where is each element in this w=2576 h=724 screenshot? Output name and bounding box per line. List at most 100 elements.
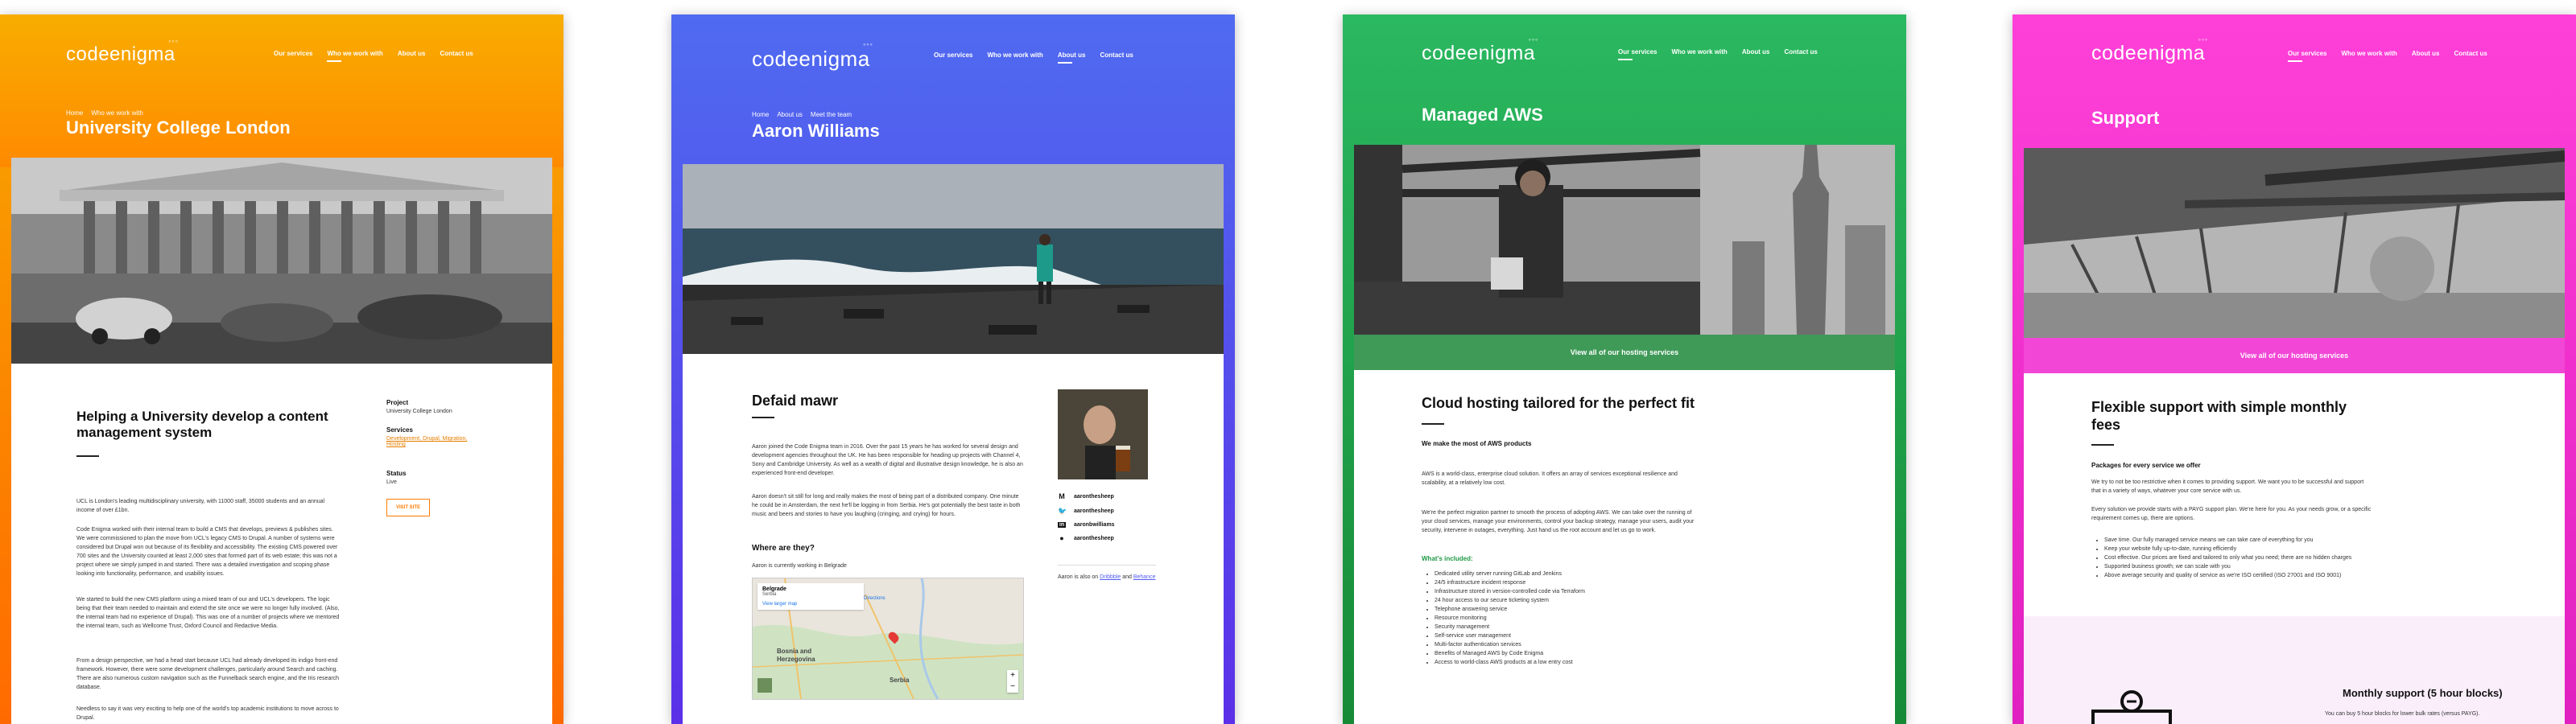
plan-title: Monthly support (5 hour blocks) <box>2343 687 2503 699</box>
project-value: University College London <box>386 409 452 414</box>
nav-about-us[interactable]: About us <box>398 50 426 57</box>
section-title: Helping a University develop a content m… <box>76 409 328 441</box>
map-directions-link[interactable]: Directions <box>864 596 886 601</box>
lead-heading: Packages for every service we offer <box>2091 462 2201 469</box>
behance-link[interactable]: Behance <box>1133 574 1156 580</box>
where-text: Aaron is currently working in Belgrade <box>752 563 847 569</box>
body-paragraph: We're the perfect migration partner to s… <box>1422 510 1695 533</box>
logo[interactable]: codeenigma ◦◦◦ <box>2091 35 2207 65</box>
hero-image <box>1354 145 1895 335</box>
also-on-text: Aaron is also on Dribbble and Behance <box>1058 574 1156 580</box>
breadcrumb-about-us[interactable]: About us <box>777 111 803 118</box>
logo[interactable]: codeenigma ◦◦◦ <box>752 40 873 72</box>
body-paragraph: Code Enigma worked with their internal t… <box>76 527 338 577</box>
medium-link[interactable]: Maaronthesheep <box>1058 492 1115 500</box>
status-value: Live <box>386 479 397 485</box>
nav-who-we-work-with[interactable]: Who we work with <box>2341 50 2396 57</box>
main-nav: Our services Who we work with About us C… <box>2288 50 2487 62</box>
page-title: Support <box>2091 108 2160 128</box>
hero-image <box>683 164 1224 354</box>
map-place-sub: Serbia <box>762 592 777 597</box>
list-item: Save time. Our fully managed service mea… <box>2104 536 2410 545</box>
nav-contact-us[interactable]: Contact us <box>1785 48 1818 56</box>
card-aaron: codeenigma ◦◦◦ Our services Who we work w… <box>671 14 1235 724</box>
breadcrumb-who-we-work-with[interactable]: Who we work with <box>91 109 142 117</box>
card-support: codeenigma ◦◦◦ Our services Who we work w… <box>2013 14 2576 724</box>
included-heading: What's included: <box>1422 555 1473 562</box>
included-list: Dedicated utility server running GitLab … <box>1422 570 1585 667</box>
benefits-list: Save time. Our fully managed service mea… <box>2091 536 2410 580</box>
main-nav: Our services Who we work with About us C… <box>1618 48 1818 60</box>
card-managed-aws: codeenigma ◦◦◦ Our services Who we work w… <box>1343 14 1906 724</box>
list-item: Access to world-class AWS products at a … <box>1435 658 1585 667</box>
location-map[interactable]: Belgrade Serbia View larger map Directio… <box>752 578 1024 700</box>
list-item: Keep your website fully up-to-date, runn… <box>2104 545 2410 553</box>
main-nav: Our services Who we work with About us C… <box>274 50 473 62</box>
bio-paragraph: Aaron doesn't sit still for long and rea… <box>752 494 1021 517</box>
breadcrumb-home[interactable]: Home <box>752 111 769 118</box>
list-item: Resource monitoring <box>1435 614 1585 623</box>
linkedin-link[interactable]: in aaronbwilliams <box>1058 522 1115 528</box>
nav-contact-us[interactable]: Contact us <box>440 50 473 57</box>
header-band <box>0 14 564 167</box>
main-nav: Our services Who we work with About us C… <box>934 51 1133 64</box>
nav-who-we-work-with[interactable]: Who we work with <box>987 51 1042 59</box>
view-hosting-services-button[interactable]: View all of our hosting services <box>1354 335 1895 370</box>
logo[interactable]: codeenigma ◦◦◦ <box>1422 35 1538 65</box>
dribbble-link[interactable]: Dribbble <box>1100 574 1121 580</box>
list-item: 24 hour access to our secure ticketing s… <box>1435 596 1585 605</box>
services-links[interactable]: Development, Drupal, Migration, Hosting <box>386 436 483 447</box>
nav-our-services[interactable]: Our services <box>2288 50 2326 62</box>
github-link[interactable]: ● aaronthesheep <box>1058 534 1115 542</box>
page-title: University College London <box>66 117 291 138</box>
status-label: Status <box>386 470 407 477</box>
card-ucl: codeenigma ◦◦◦ Our services Who we work w… <box>0 14 564 724</box>
body-paragraph: We try to not be too restrictive when it… <box>2091 479 2364 494</box>
nav-about-us[interactable]: About us <box>1742 48 1770 56</box>
body-paragraph: Every solution we provide starts with a … <box>2091 507 2372 521</box>
breadcrumb-home[interactable]: Home <box>66 109 83 117</box>
map-region: Herzegovina <box>777 656 815 663</box>
page-title: Aaron Williams <box>752 121 880 141</box>
nav-our-services[interactable]: Our services <box>1618 48 1657 60</box>
nav-who-we-work-with[interactable]: Who we work with <box>1671 48 1727 56</box>
twitter-icon: 🐦 <box>1058 507 1067 515</box>
nav-our-services[interactable]: Our services <box>934 51 972 59</box>
map-view-larger-link[interactable]: View larger map <box>762 602 859 607</box>
social-links: Maaronthesheep 🐦 aaronthesheep in aaronbwi… <box>1058 492 1115 542</box>
breadcrumb-meet-the-team[interactable]: Meet the team <box>811 111 852 118</box>
nav-about-us[interactable]: About us <box>1057 51 1086 64</box>
visit-site-button[interactable]: VISIT SITE <box>386 499 430 516</box>
project-label: Project <box>386 399 409 406</box>
title-rule <box>752 417 774 418</box>
hero-image <box>2024 148 2565 338</box>
list-item: Multi-factor authentication services <box>1435 640 1585 649</box>
hero-image <box>11 158 552 364</box>
github-icon: ● <box>1059 534 1064 542</box>
map-zoom-controls[interactable]: + − <box>1007 670 1018 693</box>
twitter-link[interactable]: 🐦 aaronthesheep <box>1058 507 1115 516</box>
list-item: Self-service user management <box>1435 631 1585 640</box>
list-item: Supported business growth; we can scale … <box>2104 562 2410 571</box>
map-country: Serbia <box>890 677 910 684</box>
body-paragraph: Needless to say it was very exciting to … <box>76 706 339 721</box>
body-paragraph: From a design perspective, we had a head… <box>76 658 340 690</box>
nav-our-services[interactable]: Our services <box>274 50 312 57</box>
clock-icon <box>2091 687 2172 724</box>
logo[interactable]: codeenigma ◦◦◦ <box>66 37 178 66</box>
breadcrumb: Home About us Meet the team <box>752 111 852 118</box>
plan-text: You can buy 5 hour blocks for lower bulk… <box>2325 711 2480 717</box>
list-item: Cost effective. Our prices are fixed and… <box>2104 553 2410 562</box>
nav-contact-us[interactable]: Contact us <box>1100 51 1133 59</box>
title-rule <box>76 455 99 457</box>
nav-contact-us[interactable]: Contact us <box>2454 50 2487 57</box>
nav-about-us[interactable]: About us <box>2412 50 2440 57</box>
list-item: Benefits of Managed AWS by Code Enigma <box>1435 649 1585 658</box>
nav-who-we-work-with[interactable]: Who we work with <box>327 50 383 62</box>
page-title: Managed AWS <box>1422 105 1543 125</box>
view-hosting-services-button[interactable]: View all of our hosting services <box>2024 338 2565 373</box>
body-paragraph: We started to build the new CMS platform… <box>76 597 340 629</box>
map-info-box: Belgrade Serbia View larger map <box>758 583 864 610</box>
medium-icon: M <box>1059 492 1065 500</box>
services-label: Services <box>386 426 413 434</box>
